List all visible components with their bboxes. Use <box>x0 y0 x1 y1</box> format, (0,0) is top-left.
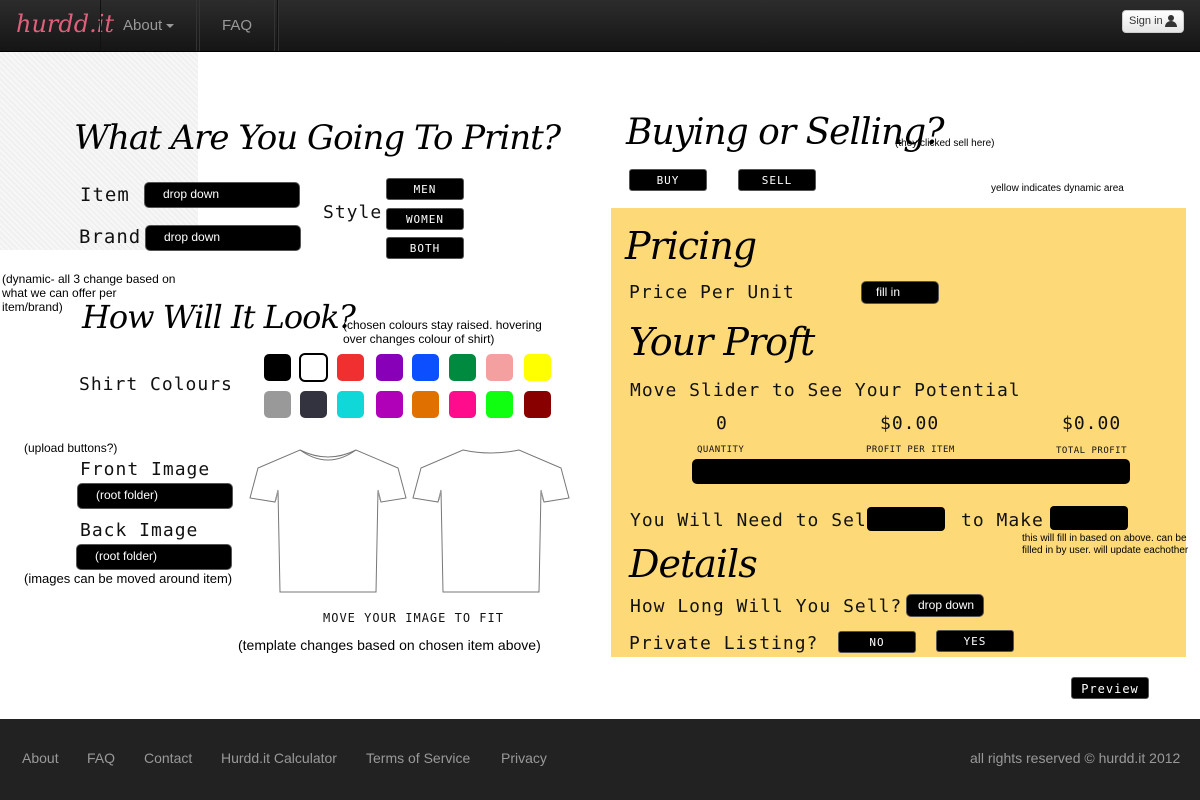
clicked-note: (they clicked sell here) <box>895 138 995 149</box>
total-profit-label: TOTAL PROFIT <box>1056 446 1128 456</box>
footer-link-about[interactable]: About <box>22 750 59 766</box>
nav-faq[interactable]: FAQ <box>199 0 276 51</box>
total-profit-value: $0.00 <box>1062 413 1122 434</box>
colour-swatch[interactable] <box>412 391 439 418</box>
signin-label: Sign in <box>1129 15 1163 27</box>
nav-about[interactable]: About <box>100 0 198 51</box>
buy-button[interactable]: BUY <box>629 169 707 191</box>
colour-swatch[interactable] <box>300 354 327 381</box>
to-make-label: to Make <box>961 510 1044 531</box>
colour-swatch[interactable] <box>376 354 403 381</box>
yellow-note: yellow indicates dynamic area <box>991 183 1124 194</box>
colour-swatch[interactable] <box>486 391 513 418</box>
private-yes-button[interactable]: YES <box>936 630 1014 652</box>
fill-note: this will fill in based on above. can be… <box>1022 533 1189 556</box>
look-heading: How Will It Look? <box>82 298 356 336</box>
colour-swatch[interactable] <box>449 354 476 381</box>
item-dropdown[interactable]: drop down <box>144 182 300 208</box>
details-heading: Details <box>629 542 758 586</box>
private-listing-label: Private Listing? <box>629 633 819 654</box>
footer-copyright: all rights reserved © hurdd.it 2012 <box>970 750 1181 766</box>
profit-per-item-value: $0.00 <box>880 413 940 434</box>
chevron-down-icon <box>166 24 175 29</box>
colour-swatch[interactable] <box>412 354 439 381</box>
front-image-label: Front Image <box>80 459 211 480</box>
footer-link-privacy[interactable]: Privacy <box>501 750 547 766</box>
colour-note: (chosen colours stay raised. hovering ov… <box>343 318 542 346</box>
nav-faq-label: FAQ <box>222 17 253 34</box>
quantity-value: 0 <box>716 413 728 434</box>
move-note: (images can be moved around item) <box>24 571 233 586</box>
tshirt-back-template[interactable] <box>411 446 571 596</box>
footer-link-terms[interactable]: Terms of Service <box>366 750 470 766</box>
back-image-label: Back Image <box>80 520 199 541</box>
brand-label: Brand <box>79 226 142 248</box>
slider-label: Move Slider to See Your Potential <box>630 380 1021 401</box>
back-image-upload[interactable]: (root folder) <box>76 544 232 570</box>
price-per-unit-input[interactable]: fill in <box>861 281 939 304</box>
footer-link-calculator[interactable]: Hurdd.it Calculator <box>221 750 337 766</box>
sell-button[interactable]: SELL <box>738 169 816 191</box>
pricing-heading: Pricing <box>625 224 757 268</box>
profit-per-item-label: PROFIT PER ITEM <box>866 445 955 455</box>
footer-link-faq[interactable]: FAQ <box>87 750 115 766</box>
colour-swatch[interactable] <box>337 354 364 381</box>
colour-swatch[interactable] <box>264 391 291 418</box>
footer: About FAQ Contact Hurdd.it Calculator Te… <box>0 719 1200 800</box>
style-both-button[interactable]: BOTH <box>386 237 464 259</box>
quantity-label: QUANTITY <box>697 445 745 455</box>
style-women-button[interactable]: WOMEN <box>386 208 464 230</box>
nav-about-label: About <box>123 17 163 34</box>
move-fit-label: MOVE YOUR IMAGE TO FIT <box>323 611 504 625</box>
colour-swatch[interactable] <box>376 391 403 418</box>
signin-button[interactable]: Sign in <box>1122 10 1184 33</box>
user-icon <box>1165 15 1177 28</box>
upload-note: (upload buttons?) <box>24 441 118 455</box>
colour-swatch[interactable] <box>486 354 513 381</box>
template-note: (template changes based on chosen item a… <box>238 637 541 653</box>
item-label: Item <box>80 184 130 206</box>
nav-divider <box>277 0 279 51</box>
price-per-unit-label: Price Per Unit <box>629 282 795 303</box>
colour-swatch[interactable] <box>300 391 327 418</box>
tshirt-front-template[interactable] <box>248 446 408 596</box>
private-no-button[interactable]: NO <box>838 631 916 653</box>
profit-slider[interactable] <box>692 459 1130 484</box>
brand-dropdown[interactable]: drop down <box>145 225 301 251</box>
colour-swatch[interactable] <box>524 391 551 418</box>
style-label: Style <box>323 202 383 223</box>
how-long-label: How Long Will You Sell? <box>630 596 903 617</box>
profit-heading: Your Proft <box>629 320 815 364</box>
front-image-upload[interactable]: (root folder) <box>77 483 233 509</box>
need-to-sell-label: You Will Need to Sell <box>630 510 879 531</box>
colour-swatch[interactable] <box>524 354 551 381</box>
colour-swatch[interactable] <box>264 354 291 381</box>
colour-swatch[interactable] <box>449 391 476 418</box>
to-make-input[interactable] <box>1050 506 1128 530</box>
print-heading: What Are You Going To Print? <box>74 118 561 158</box>
top-navbar: hurdd.it About FAQ Sign in <box>0 0 1200 52</box>
colour-swatch[interactable] <box>337 391 364 418</box>
footer-link-contact[interactable]: Contact <box>144 750 192 766</box>
how-long-dropdown[interactable]: drop down <box>906 594 984 617</box>
preview-button[interactable]: Preview <box>1071 677 1149 699</box>
shirt-colours-label: Shirt Colours <box>79 374 233 395</box>
need-to-sell-input[interactable] <box>867 507 945 531</box>
style-men-button[interactable]: MEN <box>386 178 464 200</box>
